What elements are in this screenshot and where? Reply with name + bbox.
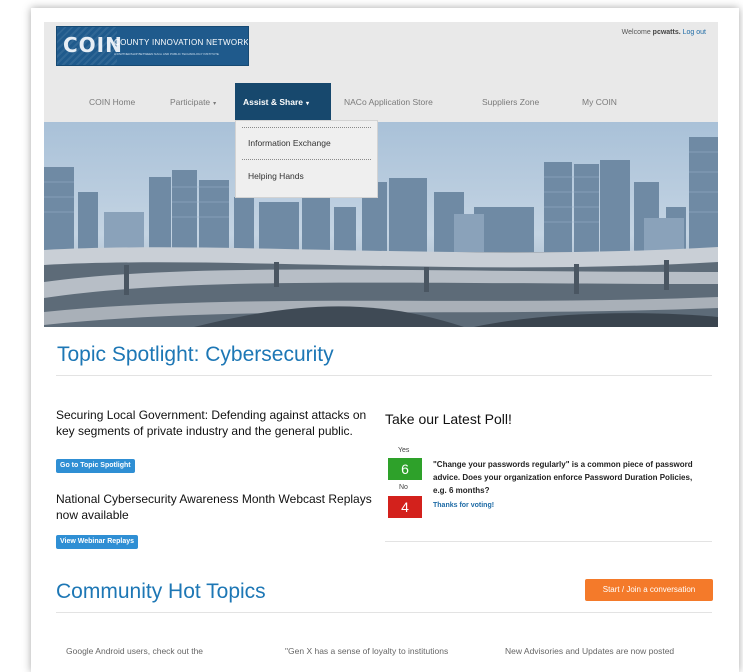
nav-naco-app-store[interactable]: NACo Application Store	[336, 83, 441, 120]
go-to-topic-spotlight-button[interactable]: Go to Topic Spotlight	[56, 459, 135, 473]
username: pcwatts.	[652, 29, 681, 36]
divider	[385, 541, 712, 542]
dropdown-divider	[242, 159, 371, 160]
divider	[56, 375, 712, 376]
nav-label: Assist & Share	[243, 97, 303, 107]
poll-thanks: Thanks for voting!	[433, 502, 495, 509]
dropdown-divider	[242, 127, 371, 128]
poll-title: Take our Latest Poll!	[385, 411, 512, 427]
start-join-conversation-button[interactable]: Start / Join a conversation	[585, 579, 713, 601]
nav-label: COIN Home	[89, 97, 136, 107]
webcast-article-text: National Cybersecurity Awareness Month W…	[56, 492, 372, 522]
poll-no-count: 4	[388, 496, 422, 518]
nav-my-coin[interactable]: My COIN	[574, 83, 625, 120]
spotlight-article-text: Securing Local Government: Defending aga…	[56, 408, 367, 438]
view-webinar-replays-button[interactable]: View Webinar Replays	[56, 535, 139, 549]
poll-yes-count: 6	[388, 458, 422, 480]
site-header: COIN COUNTY INNOVATION NETWORK A PARTNER…	[44, 22, 718, 122]
chevron-down-icon: ▾	[213, 101, 217, 107]
hot-topic-item[interactable]: Google Android users, check out the	[66, 645, 276, 658]
page-frame: COIN COUNTY INNOVATION NETWORK A PARTNER…	[31, 8, 739, 672]
poll-yes-label: Yes	[398, 447, 410, 454]
nav-participate[interactable]: Participate ▾	[162, 83, 224, 120]
nav-label: NACo Application Store	[344, 97, 433, 107]
hero-banner-image	[44, 122, 718, 327]
community-hot-topics-title: Community Hot Topics	[56, 580, 266, 603]
hot-topic-item[interactable]: New Advisories and Updates are now poste…	[505, 645, 715, 658]
poll-no-label: No	[399, 484, 408, 491]
nav-suppliers-zone[interactable]: Suppliers Zone	[474, 83, 547, 120]
nav-label: My COIN	[582, 97, 617, 107]
nav-coin-home[interactable]: COIN Home	[81, 83, 143, 120]
nav-label: Participate	[170, 97, 211, 107]
logo-tagline: A PARTNERSHIP BETWEEN NACo AND PUBLIC TE…	[114, 52, 219, 56]
logout-link[interactable]: Log out	[683, 29, 706, 36]
coin-logo[interactable]: COIN COUNTY INNOVATION NETWORK A PARTNER…	[56, 26, 249, 66]
nav-assist-share[interactable]: Assist & Share ▾	[235, 83, 331, 120]
assist-share-dropdown: Information Exchange Helping Hands	[235, 120, 378, 198]
page-content: COIN COUNTY INNOVATION NETWORK A PARTNER…	[44, 22, 718, 672]
welcome-message: Welcome pcwatts. Log out	[622, 29, 706, 36]
spotlight-title: Topic Spotlight: Cybersecurity	[57, 343, 334, 366]
main-nav: COIN Home Participate ▾ Assist & Share ▾ N…	[44, 83, 718, 120]
dropdown-item-information-exchange[interactable]: Information Exchange	[248, 138, 331, 148]
poll-question: "Change your passwords regularly" is a c…	[433, 460, 693, 495]
welcome-prefix: Welcome	[621, 29, 651, 36]
nav-label: Suppliers Zone	[482, 97, 540, 107]
chevron-down-icon: ▾	[306, 101, 310, 107]
divider	[56, 612, 712, 613]
logo-network-text: COUNTY INNOVATION NETWORK	[114, 38, 249, 47]
city-skyline-illustration	[44, 122, 718, 327]
hot-topic-item[interactable]: "Gen X has a sense of loyalty to institu…	[285, 645, 495, 658]
dropdown-item-helping-hands[interactable]: Helping Hands	[248, 171, 304, 181]
